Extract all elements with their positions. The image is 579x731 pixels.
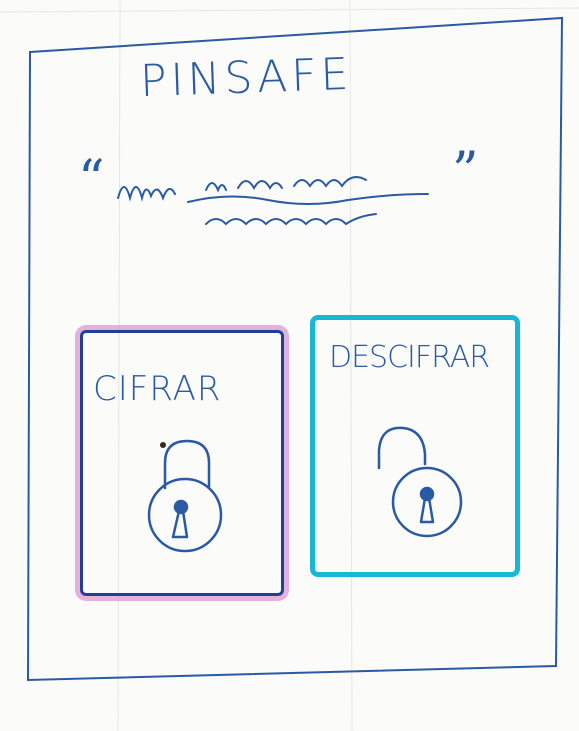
decrypt-button-label: DESCIFRAR	[329, 340, 490, 375]
locked-padlock-icon	[147, 439, 223, 553]
encrypt-button[interactable]: CIFRAR	[80, 330, 284, 596]
encrypt-button-label: CIFRAR	[93, 369, 222, 409]
decrypt-button[interactable]: DESCIFRAR	[310, 315, 520, 577]
unlocked-padlock-icon	[377, 426, 463, 538]
